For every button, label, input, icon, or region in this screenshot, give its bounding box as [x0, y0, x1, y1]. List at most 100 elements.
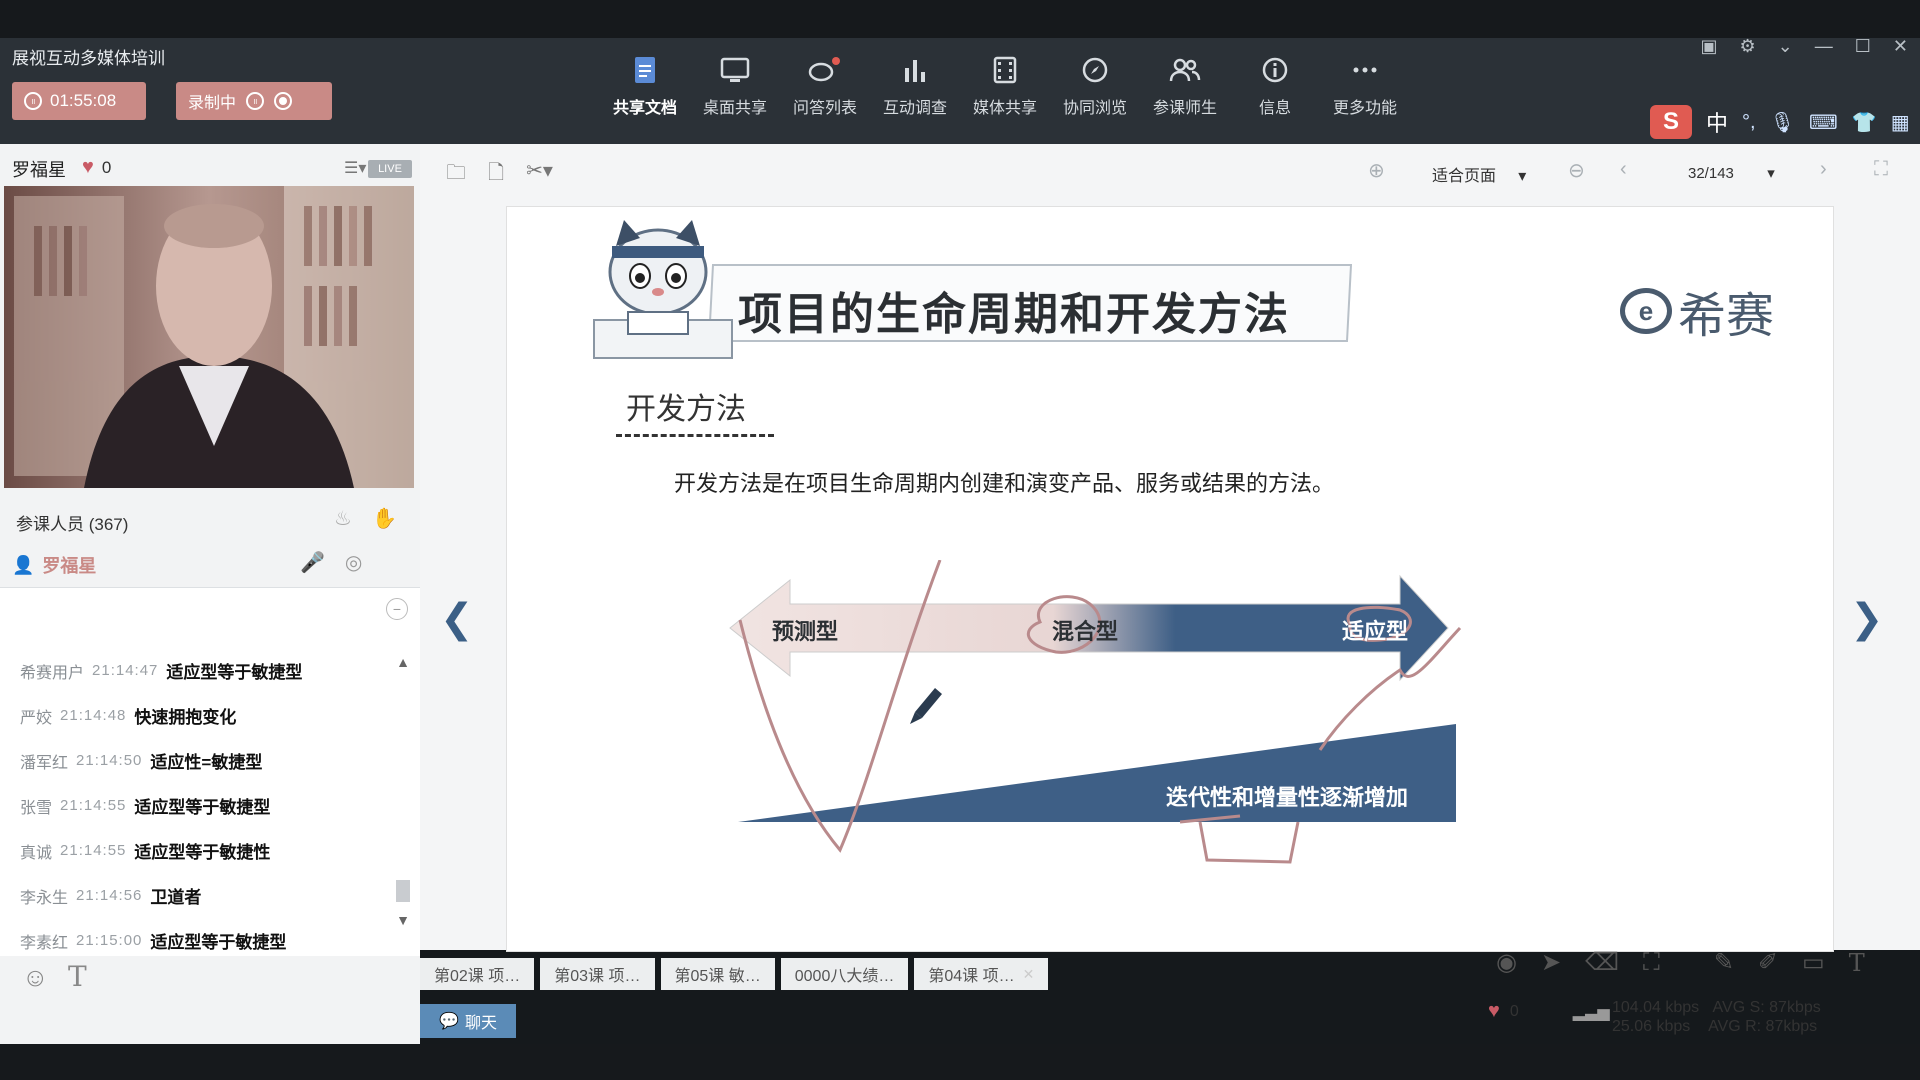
avg-receive: AVG R: 87kbps [1708, 1018, 1818, 1035]
timer-button[interactable]: ॥ 01:55:08 [12, 82, 146, 120]
maximize-icon[interactable]: ☐ [1855, 36, 1871, 57]
avg-send: AVG S: 87kbps [1712, 999, 1821, 1016]
text-tool-icon[interactable]: T [1849, 949, 1865, 977]
tool-qa-list[interactable]: 问答列表 [780, 50, 870, 118]
chat-time: 21:14:55 [60, 842, 127, 859]
gear-icon[interactable]: ⚙ [1740, 36, 1756, 57]
grid-icon[interactable]: ▦ [1891, 110, 1910, 135]
heart-icon[interactable]: ♥ [1488, 1000, 1500, 1023]
tool-shared-doc[interactable]: 共享文档 [600, 50, 690, 118]
subtitle-underline [616, 434, 774, 437]
chat-bubble-icon: 💬 [439, 1013, 459, 1030]
app-window: 展视互动多媒体培训 ॥ 01:55:08 录制中 ॥ 共享文档 桌面共享 问答列… [0, 0, 1920, 1080]
stamp-icon[interactable]: ⛶ [1643, 949, 1660, 977]
doc-tab[interactable]: 第04课 项… ✕ [914, 958, 1049, 990]
doc-tab[interactable]: 0000八大绩… [780, 958, 909, 990]
rectangle-icon[interactable]: ▭ [1802, 948, 1825, 977]
bar-chart-icon [870, 50, 960, 90]
top-band [0, 0, 1920, 38]
page-select[interactable]: 32/143 ▾ [1688, 164, 1775, 182]
tool-desktop-share[interactable]: 桌面共享 [690, 50, 780, 118]
qa-list-icon [780, 50, 870, 90]
mute-all-icon[interactable]: ♨ [334, 506, 352, 531]
chat-user[interactable]: 李素红 [20, 929, 68, 953]
main-toolbar: 共享文档 桌面共享 问答列表 互动调查 媒体共享 协同浏览 参课师生 信息 更多… [600, 50, 1410, 118]
close-icon[interactable]: ✕ [1893, 36, 1908, 57]
folder-icon[interactable]: 🗀 [446, 158, 466, 192]
doc-tab[interactable]: 第05课 敏… [660, 958, 775, 990]
doc-file-tools: 🗀 🗋 ✂▾ [446, 158, 553, 192]
fullscreen-icon[interactable]: ⛶ [1874, 158, 1888, 181]
text-format-icon[interactable]: T [68, 960, 87, 993]
zoom-in-icon[interactable]: ⊕ [1368, 158, 1385, 183]
list-menu-icon[interactable]: ☰▾ [344, 158, 366, 178]
scroll-down-icon[interactable]: ▼ [394, 912, 412, 930]
ime-lang[interactable]: 中 [1706, 106, 1728, 138]
chat-tab[interactable]: 💬 聊天 [420, 1004, 516, 1038]
sogou-logo-icon[interactable]: S [1650, 105, 1692, 139]
my-user-row[interactable]: 👤 罗福星 [12, 552, 96, 578]
scroll-up-icon[interactable]: ▲ [394, 654, 412, 672]
ime-toolbar: S 中 °, 🎙 ⌨ 👕 ▦ [1650, 102, 1912, 142]
doc-tab-label: 第03课 项… [554, 968, 641, 985]
punctuation-icon[interactable]: °, [1742, 111, 1756, 134]
desktop-share-icon [690, 50, 780, 90]
chat-user[interactable]: 李永生 [20, 884, 68, 908]
chat-user[interactable]: 张雪 [20, 794, 52, 818]
chat-user[interactable]: 严姣 [20, 704, 52, 728]
chat-user[interactable]: 真诚 [20, 839, 52, 863]
like-counter[interactable]: ♥ 0 [82, 156, 111, 179]
doc-tab[interactable]: 第02课 项… [420, 958, 535, 990]
record-dot-icon[interactable]: ◉ [1496, 948, 1517, 977]
tool-media-share[interactable]: 媒体共享 [960, 50, 1050, 118]
slide-title: 项目的生命周期和开发方法 [738, 290, 1290, 339]
scroll-thumb[interactable] [396, 880, 410, 902]
prev-slide-icon[interactable]: ❮ [440, 596, 474, 642]
chat-text: 适应型等于敏捷型 [150, 933, 287, 952]
eraser-icon[interactable]: ⌫ [1585, 948, 1619, 977]
file-icon[interactable]: 🗋 [488, 158, 504, 192]
heart-icon: ♥ [82, 156, 94, 178]
chevron-down-icon[interactable]: ⌄ [1778, 36, 1793, 57]
camera-icon[interactable]: ◎ [345, 550, 362, 575]
keyboard-icon[interactable]: ⌨ [1809, 110, 1838, 135]
shirt-icon[interactable]: 👕 [1852, 110, 1877, 135]
next-page-icon[interactable]: › [1820, 158, 1827, 181]
microphone-icon[interactable]: 🎙 [1770, 110, 1795, 135]
pen-tool-icon[interactable]: ✎ [1714, 948, 1734, 977]
chat-text: 适应型等于敏捷型 [134, 798, 271, 817]
close-tab-icon[interactable]: ✕ [1023, 966, 1035, 983]
tool-cobrowse[interactable]: 协同浏览 [1050, 50, 1140, 118]
speaker-name: 罗福星 [12, 160, 66, 180]
record-button[interactable]: 录制中 ॥ [176, 82, 332, 120]
screen-icon[interactable]: ▣ [1701, 36, 1718, 57]
document-share-icon [600, 50, 690, 90]
scissors-icon[interactable]: ✂▾ [526, 158, 553, 192]
compass-icon [1050, 50, 1140, 90]
chat-scrollbar[interactable]: ▲ ▼ [394, 654, 412, 930]
tool-survey[interactable]: 互动调查 [870, 50, 960, 118]
tool-more[interactable]: 更多功能 [1320, 50, 1410, 118]
next-slide-icon[interactable]: ❯ [1850, 596, 1884, 642]
chat-user[interactable]: 希赛用户 [20, 659, 84, 683]
doc-tab[interactable]: 第03课 项… [540, 958, 655, 990]
chat-time: 21:14:56 [76, 887, 143, 904]
pointer-icon[interactable]: ➤ [1541, 948, 1561, 977]
xisai-logo-icon: e [1620, 288, 1672, 334]
download-rate: 25.06 kbps [1612, 1018, 1691, 1035]
chat-user[interactable]: 潘军红 [20, 749, 68, 773]
zoom-select[interactable]: 适合页面 ▾ [1432, 162, 1526, 186]
tool-participants[interactable]: 参课师生 [1140, 50, 1230, 118]
zoom-out-icon[interactable]: ⊖ [1568, 158, 1585, 183]
tool-info[interactable]: 信息 [1230, 50, 1320, 118]
microphone-icon[interactable]: 🎤 [300, 550, 325, 575]
collapse-icon[interactable]: − [386, 598, 408, 620]
record-pause-icon: ॥ [246, 92, 265, 110]
prev-page-icon[interactable]: ‹ [1620, 158, 1627, 181]
minimize-icon[interactable]: — [1815, 36, 1833, 57]
chat-time: 21:14:48 [60, 707, 127, 724]
highlighter-icon[interactable]: ✐ [1758, 948, 1778, 977]
hand-icon[interactable]: ✋ [372, 506, 397, 531]
chat-message: 李永生 21:14:56 卫道者 [20, 873, 380, 918]
emoji-icon[interactable]: ☺ [22, 962, 49, 993]
